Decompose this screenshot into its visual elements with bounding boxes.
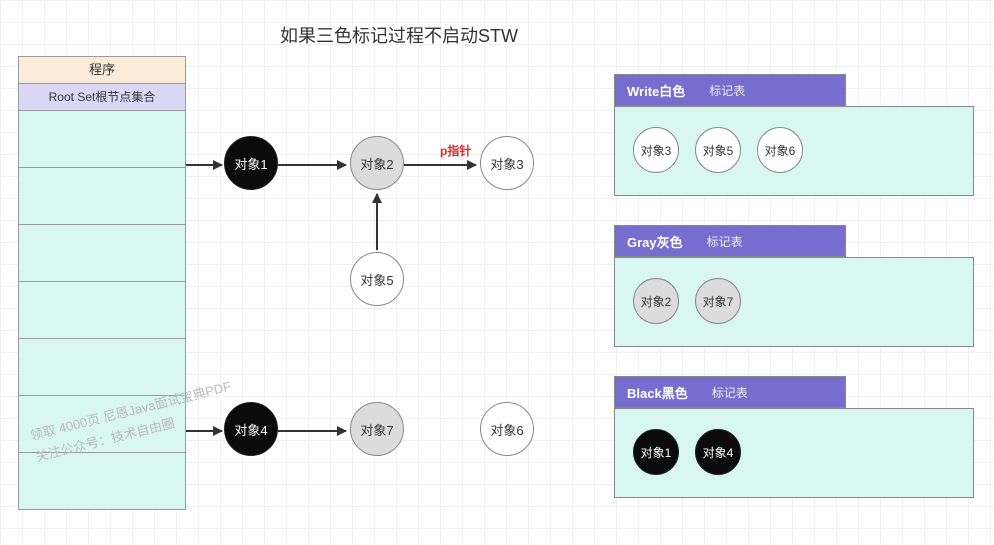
arrow-obj2-to-obj3 <box>404 164 476 166</box>
panel-black-tab: Black黑色 标记表 <box>614 376 846 408</box>
panel-white: Write白色 标记表 对象3 对象5 对象6 <box>614 74 974 194</box>
rootset-row <box>18 339 186 396</box>
rootset-row <box>18 168 186 225</box>
node-obj2: 对象2 <box>350 136 404 190</box>
panel-white-item: 对象5 <box>695 127 741 173</box>
rootset-header: Root Set根节点集合 <box>18 84 186 111</box>
panel-gray-item: 对象7 <box>695 278 741 324</box>
panel-white-sub: 标记表 <box>709 82 745 99</box>
panel-white-title: Write白色 <box>615 81 685 100</box>
pointer-label: p指针 <box>440 142 471 159</box>
arrow-root-to-obj1 <box>186 164 222 166</box>
panel-gray-title: Gray灰色 <box>615 232 683 251</box>
program-stack: 程序 Root Set根节点集合 <box>18 56 186 510</box>
panel-black-body: 对象1 对象4 <box>614 408 974 498</box>
panel-black-sub: 标记表 <box>712 384 748 401</box>
node-obj3: 对象3 <box>480 136 534 190</box>
node-obj6: 对象6 <box>480 402 534 456</box>
node-obj7: 对象7 <box>350 402 404 456</box>
rootset-row <box>18 396 186 453</box>
arrow-obj4-to-obj7 <box>278 430 346 432</box>
rootset-row <box>18 453 186 510</box>
panel-gray-sub: 标记表 <box>707 233 743 250</box>
panel-black-item: 对象4 <box>695 429 741 475</box>
rootset-row <box>18 225 186 282</box>
node-obj5: 对象5 <box>350 252 404 306</box>
arrow-obj1-to-obj2 <box>278 164 346 166</box>
diagram-stage: 如果三色标记过程不启动STW 程序 Root Set根节点集合 领取 4000页… <box>0 0 994 545</box>
diagram-title: 如果三色标记过程不启动STW <box>280 22 518 48</box>
panel-gray-item: 对象2 <box>633 278 679 324</box>
program-header: 程序 <box>18 56 186 84</box>
node-obj1: 对象1 <box>224 136 278 190</box>
node-obj4: 对象4 <box>224 402 278 456</box>
panel-white-body: 对象3 对象5 对象6 <box>614 106 974 196</box>
rootset-row <box>18 282 186 339</box>
panel-white-item: 对象3 <box>633 127 679 173</box>
panel-gray-body: 对象2 对象7 <box>614 257 974 347</box>
panel-black: Black黑色 标记表 对象1 对象4 <box>614 376 974 496</box>
panel-black-item: 对象1 <box>633 429 679 475</box>
arrow-obj5-to-obj2 <box>376 194 378 250</box>
panel-gray-tab: Gray灰色 标记表 <box>614 225 846 257</box>
panel-white-item: 对象6 <box>757 127 803 173</box>
arrow-root-to-obj4 <box>186 430 222 432</box>
panel-gray: Gray灰色 标记表 对象2 对象7 <box>614 225 974 345</box>
panel-white-tab: Write白色 标记表 <box>614 74 846 106</box>
panel-black-title: Black黑色 <box>615 383 688 402</box>
rootset-row <box>18 111 186 168</box>
